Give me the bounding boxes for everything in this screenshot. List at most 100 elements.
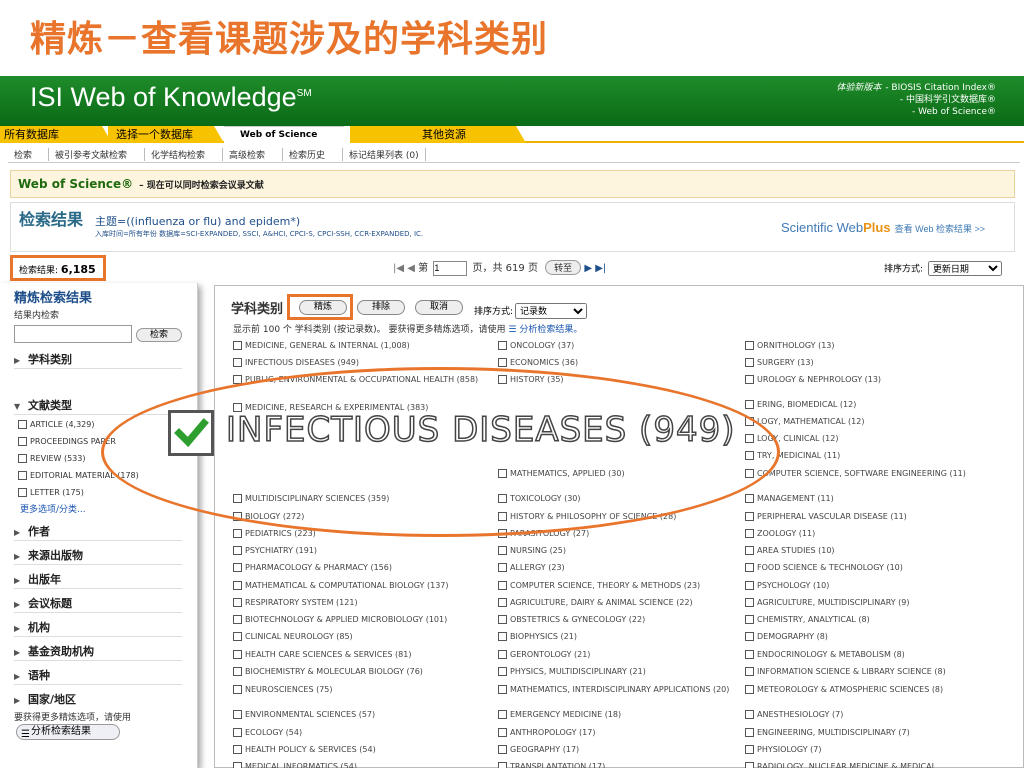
- checkbox[interactable]: [498, 512, 507, 521]
- category-item[interactable]: INFORMATION SCIENCE & LIBRARY SCIENCE (8…: [745, 667, 946, 677]
- checkbox[interactable]: [233, 581, 242, 590]
- panel-sort-select[interactable]: 记录数: [515, 303, 588, 319]
- first-prev-icon[interactable]: |◀ ◀: [393, 263, 415, 274]
- checkbox[interactable]: [233, 685, 242, 694]
- section-language[interactable]: ▶ 语种: [14, 667, 182, 685]
- webplus-link[interactable]: Scientific WebPlus 查看 Web 检索结果 >>: [781, 220, 985, 235]
- category-item[interactable]: GEOGRAPHY (17): [498, 745, 579, 755]
- category-item[interactable]: PEDIATRICS (223): [233, 529, 316, 539]
- checkbox[interactable]: [233, 728, 242, 737]
- checkbox[interactable]: [745, 667, 754, 676]
- checkbox[interactable]: [498, 469, 507, 478]
- category-item[interactable]: ONCOLOGY (37): [498, 341, 574, 351]
- category-item[interactable]: CLINICAL NEUROLOGY (85): [233, 632, 353, 642]
- checkbox[interactable]: [233, 762, 242, 768]
- section-funding[interactable]: ▶ 基金资助机构: [14, 643, 182, 661]
- checkbox[interactable]: [745, 615, 754, 624]
- category-item[interactable]: ANESTHESIOLOGY (7): [745, 710, 843, 720]
- checkbox-zoom[interactable]: [168, 410, 214, 456]
- category-item[interactable]: PUBLIC, ENVIRONMENTAL & OCCUPATIONAL HEA…: [233, 375, 478, 385]
- edition-line[interactable]: - BIOSIS Citation Index®: [885, 83, 996, 93]
- page-input[interactable]: [433, 260, 468, 276]
- nav-search-history[interactable]: 检索历史: [282, 148, 331, 161]
- checkbox[interactable]: [18, 420, 27, 429]
- nav-advanced-search[interactable]: 高级检索: [222, 148, 271, 161]
- section-document-type[interactable]: ▼ 文献类型: [14, 397, 182, 415]
- category-item[interactable]: ECONOMICS (36): [498, 358, 578, 368]
- doc-type-item[interactable]: EDITORIAL MATERIAL (178): [18, 469, 139, 483]
- checkbox[interactable]: [745, 563, 754, 572]
- category-item[interactable]: MULTIDISCIPLINARY SCIENCES (359): [233, 494, 389, 504]
- checkbox[interactable]: [745, 400, 754, 409]
- exclude-button[interactable]: 排除: [357, 300, 405, 315]
- category-item[interactable]: HISTORY & PHILOSOPHY OF SCIENCE (28): [498, 512, 676, 522]
- checkbox[interactable]: [18, 437, 27, 446]
- checkbox[interactable]: [745, 762, 754, 768]
- checkbox[interactable]: [233, 512, 242, 521]
- checkbox[interactable]: [745, 469, 754, 478]
- section-subject-category[interactable]: ▶ 学科类别: [14, 351, 182, 369]
- analyze-results-button[interactable]: ☰ 分析检索结果: [16, 724, 120, 740]
- category-item[interactable]: ENVIRONMENTAL SCIENCES (57): [233, 710, 375, 720]
- category-item[interactable]: HEALTH POLICY & SERVICES (54): [233, 745, 376, 755]
- checkbox[interactable]: [233, 598, 242, 607]
- section-pub-year[interactable]: ▶ 出版年: [14, 571, 182, 589]
- category-item[interactable]: NURSING (25): [498, 546, 566, 556]
- checkbox[interactable]: [745, 650, 754, 659]
- category-item[interactable]: ORNITHOLOGY (13): [745, 341, 835, 351]
- checkbox[interactable]: [498, 728, 507, 737]
- checkbox[interactable]: [745, 710, 754, 719]
- analyze-link[interactable]: 分析检索结果。: [519, 325, 582, 335]
- checkbox[interactable]: [745, 341, 754, 350]
- checkbox[interactable]: [498, 685, 507, 694]
- category-item[interactable]: ZOOLOGY (11): [745, 529, 815, 539]
- category-item[interactable]: NEUROSCIENCES (75): [233, 685, 333, 695]
- checkbox[interactable]: [498, 667, 507, 676]
- checkbox[interactable]: [233, 615, 242, 624]
- section-source[interactable]: ▶ 来源出版物: [14, 547, 182, 565]
- category-item[interactable]: AREA STUDIES (10): [745, 546, 835, 556]
- checkbox[interactable]: [498, 650, 507, 659]
- checkbox[interactable]: [498, 745, 507, 754]
- section-institution[interactable]: ▶ 机构: [14, 619, 182, 637]
- checkbox[interactable]: [233, 529, 242, 538]
- checkbox[interactable]: [745, 745, 754, 754]
- category-item[interactable]: RADIOLOGY, NUCLEAR MEDICINE & MEDICAL: [745, 762, 936, 768]
- cancel-button[interactable]: 取消: [415, 300, 463, 315]
- category-item[interactable]: AGRICULTURE, DAIRY & ANIMAL SCIENCE (22): [498, 598, 693, 608]
- category-item[interactable]: LOGY, CLINICAL (12): [745, 434, 838, 444]
- goto-button[interactable]: 转至: [545, 260, 582, 275]
- checkbox[interactable]: [233, 494, 242, 503]
- webplus-link-text[interactable]: 查看 Web 检索结果 >>: [895, 224, 985, 234]
- tab-select-database[interactable]: 选择一个数据库: [108, 126, 224, 143]
- checkbox[interactable]: [233, 632, 242, 641]
- doc-type-item[interactable]: LETTER (175): [18, 486, 84, 500]
- category-item[interactable]: HISTORY (35): [498, 375, 564, 385]
- checkbox[interactable]: [498, 563, 507, 572]
- category-item[interactable]: CHEMISTRY, ANALYTICAL (8): [745, 615, 870, 625]
- section-country[interactable]: ▶ 国家/地区: [14, 691, 182, 709]
- checkbox[interactable]: [745, 632, 754, 641]
- section-conference[interactable]: ▶ 会议标题: [14, 595, 182, 613]
- checkbox[interactable]: [18, 454, 27, 463]
- category-item[interactable]: SURGERY (13): [745, 358, 814, 368]
- category-item[interactable]: METEOROLOGY & ATMOSPHERIC SCIENCES (8): [745, 685, 943, 695]
- doc-type-item[interactable]: ARTICLE (4,329): [18, 418, 94, 432]
- category-item[interactable]: INFECTIOUS DISEASES (949): [233, 358, 359, 368]
- checkbox[interactable]: [745, 529, 754, 538]
- category-item[interactable]: PHARMACOLOGY & PHARMACY (156): [233, 563, 392, 573]
- category-item[interactable]: FOOD SCIENCE & TECHNOLOGY (10): [745, 563, 903, 573]
- category-item[interactable]: BIOCHEMISTRY & MOLECULAR BIOLOGY (76): [233, 667, 423, 677]
- nav-search[interactable]: 检索: [8, 148, 38, 161]
- category-item[interactable]: EMERGENCY MEDICINE (18): [498, 710, 621, 720]
- category-item[interactable]: BIOPHYSICS (21): [498, 632, 577, 642]
- checkbox[interactable]: [18, 471, 27, 480]
- checkbox[interactable]: [745, 546, 754, 555]
- category-item[interactable]: PERIPHERAL VASCULAR DISEASE (11): [745, 512, 907, 522]
- checkbox[interactable]: [233, 667, 242, 676]
- checkbox[interactable]: [233, 745, 242, 754]
- edition-line[interactable]: - Web of Science®: [836, 106, 996, 118]
- category-item[interactable]: ALLERGY (23): [498, 563, 565, 573]
- checkbox[interactable]: [498, 358, 507, 367]
- checkbox[interactable]: [745, 581, 754, 590]
